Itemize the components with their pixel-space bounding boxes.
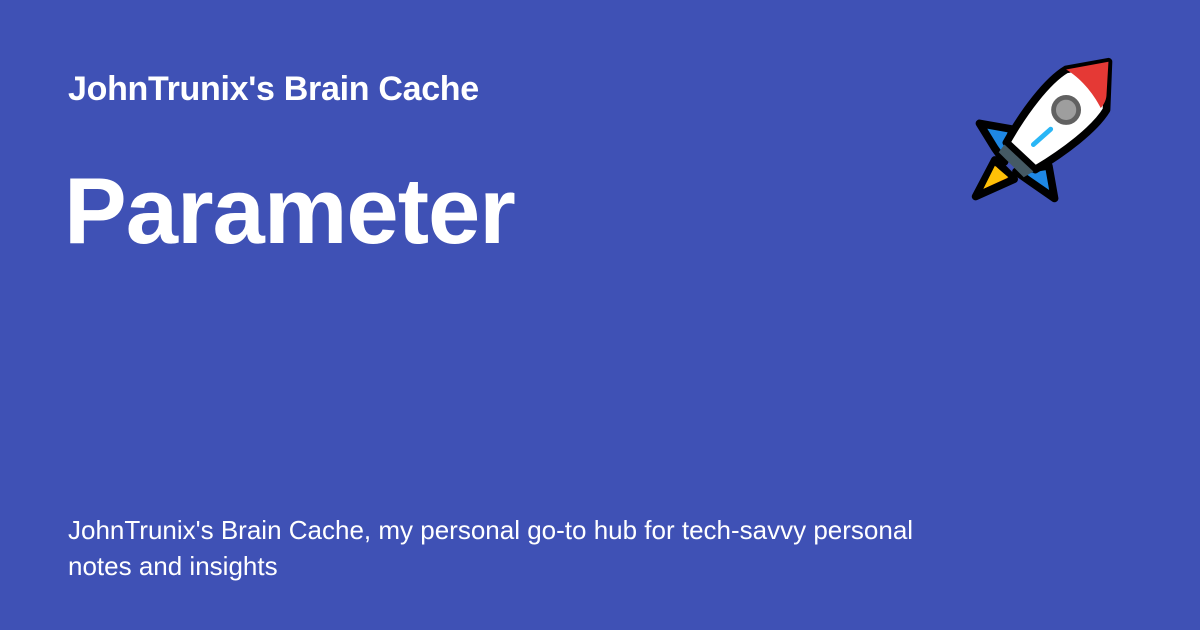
site-description: JohnTrunix's Brain Cache, my personal go… xyxy=(68,515,914,581)
rocket-window xyxy=(1051,94,1082,125)
site-title: JohnTrunix's Brain Cache xyxy=(68,70,479,108)
rocket-icon xyxy=(966,56,1120,210)
page-title: Parameter xyxy=(64,158,516,263)
og-image-card: JohnTrunix's Brain Cache Parameter JohnT… xyxy=(0,0,1200,630)
